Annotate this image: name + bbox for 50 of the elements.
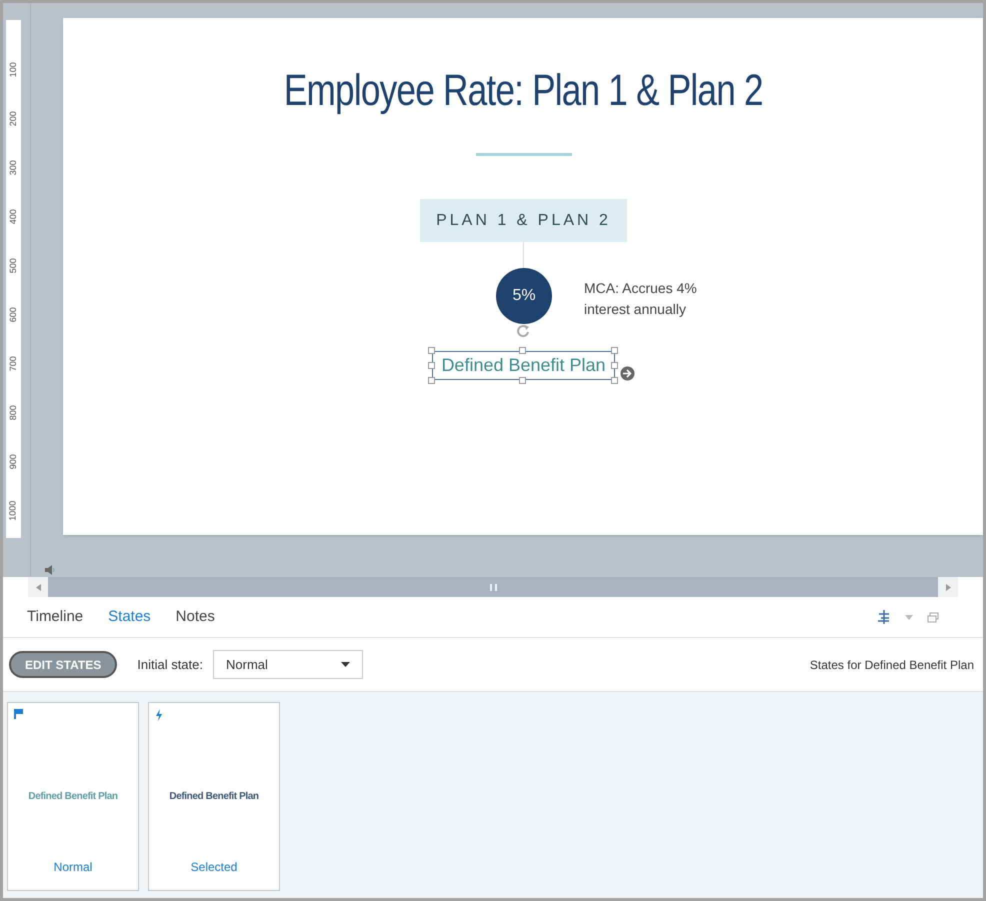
ruler-number: 800 bbox=[6, 404, 19, 420]
right-arrow-icon bbox=[946, 584, 950, 590]
states-for-label: States for Defined Benefit Plan bbox=[810, 656, 974, 674]
ruler-number: 300 bbox=[6, 160, 19, 176]
connector-line bbox=[523, 242, 524, 268]
arrow-circle-icon[interactable] bbox=[620, 366, 635, 381]
restore-window-icon[interactable] bbox=[927, 612, 939, 622]
resize-handle[interactable] bbox=[428, 362, 435, 369]
ruler-number: 1000 bbox=[6, 500, 19, 521]
state-name: Normal bbox=[54, 859, 92, 876]
dropdown-caret-icon bbox=[341, 662, 350, 667]
ruler-number: 900 bbox=[6, 454, 19, 470]
ruler-number: 700 bbox=[6, 356, 19, 372]
resize-handle[interactable] bbox=[428, 377, 435, 384]
horizontal-scrollbar[interactable] bbox=[28, 577, 958, 597]
state-preview-text: Defined Benefit Plan bbox=[169, 790, 259, 804]
scroll-thumb-grip-icon[interactable] bbox=[490, 584, 496, 590]
note-text: MCA: Accrues 4% interest annually bbox=[584, 279, 698, 319]
slide-title: Employee Rate: Plan 1 & Plan 2 bbox=[284, 65, 762, 117]
align-icon[interactable] bbox=[877, 609, 891, 625]
state-name: Selected bbox=[190, 859, 238, 876]
speaker-icon[interactable] bbox=[45, 565, 56, 575]
resize-handle[interactable] bbox=[519, 347, 526, 354]
rotate-handle-icon[interactable] bbox=[516, 324, 532, 338]
ruler-number: 100 bbox=[6, 62, 19, 78]
plan-label: PLAN 1 & PLAN 2 bbox=[420, 199, 627, 242]
scroll-right-button[interactable] bbox=[938, 577, 958, 597]
dropdown-caret-icon[interactable] bbox=[905, 614, 913, 620]
ruler-number: 200 bbox=[6, 110, 19, 126]
state-card[interactable]: Defined Benefit Plan Selected bbox=[148, 702, 280, 891]
state-preview-text: Defined Benefit Plan bbox=[28, 790, 118, 804]
ruler-number: 500 bbox=[6, 258, 19, 274]
initial-state-dropdown[interactable]: Normal bbox=[213, 650, 363, 679]
tab[interactable]: Timeline bbox=[27, 606, 84, 628]
tab[interactable]: Notes bbox=[176, 606, 215, 628]
ruler-number: 600 bbox=[6, 306, 19, 322]
resize-handle[interactable] bbox=[428, 347, 435, 354]
ruler-number: 400 bbox=[6, 208, 19, 224]
initial-state-label: Initial state: bbox=[137, 656, 203, 674]
resize-handle[interactable] bbox=[611, 347, 618, 354]
left-arrow-icon bbox=[36, 584, 40, 590]
resize-handle[interactable] bbox=[611, 362, 618, 369]
tab[interactable]: States bbox=[108, 606, 151, 628]
resize-handle[interactable] bbox=[519, 377, 526, 384]
scroll-left-button[interactable] bbox=[28, 577, 48, 597]
lightning-icon bbox=[155, 709, 163, 721]
flag-icon bbox=[14, 709, 23, 719]
state-card[interactable]: Defined Benefit Plan Normal bbox=[7, 702, 139, 891]
resize-handle[interactable] bbox=[611, 377, 618, 384]
dropdown-value: Normal bbox=[226, 656, 268, 674]
